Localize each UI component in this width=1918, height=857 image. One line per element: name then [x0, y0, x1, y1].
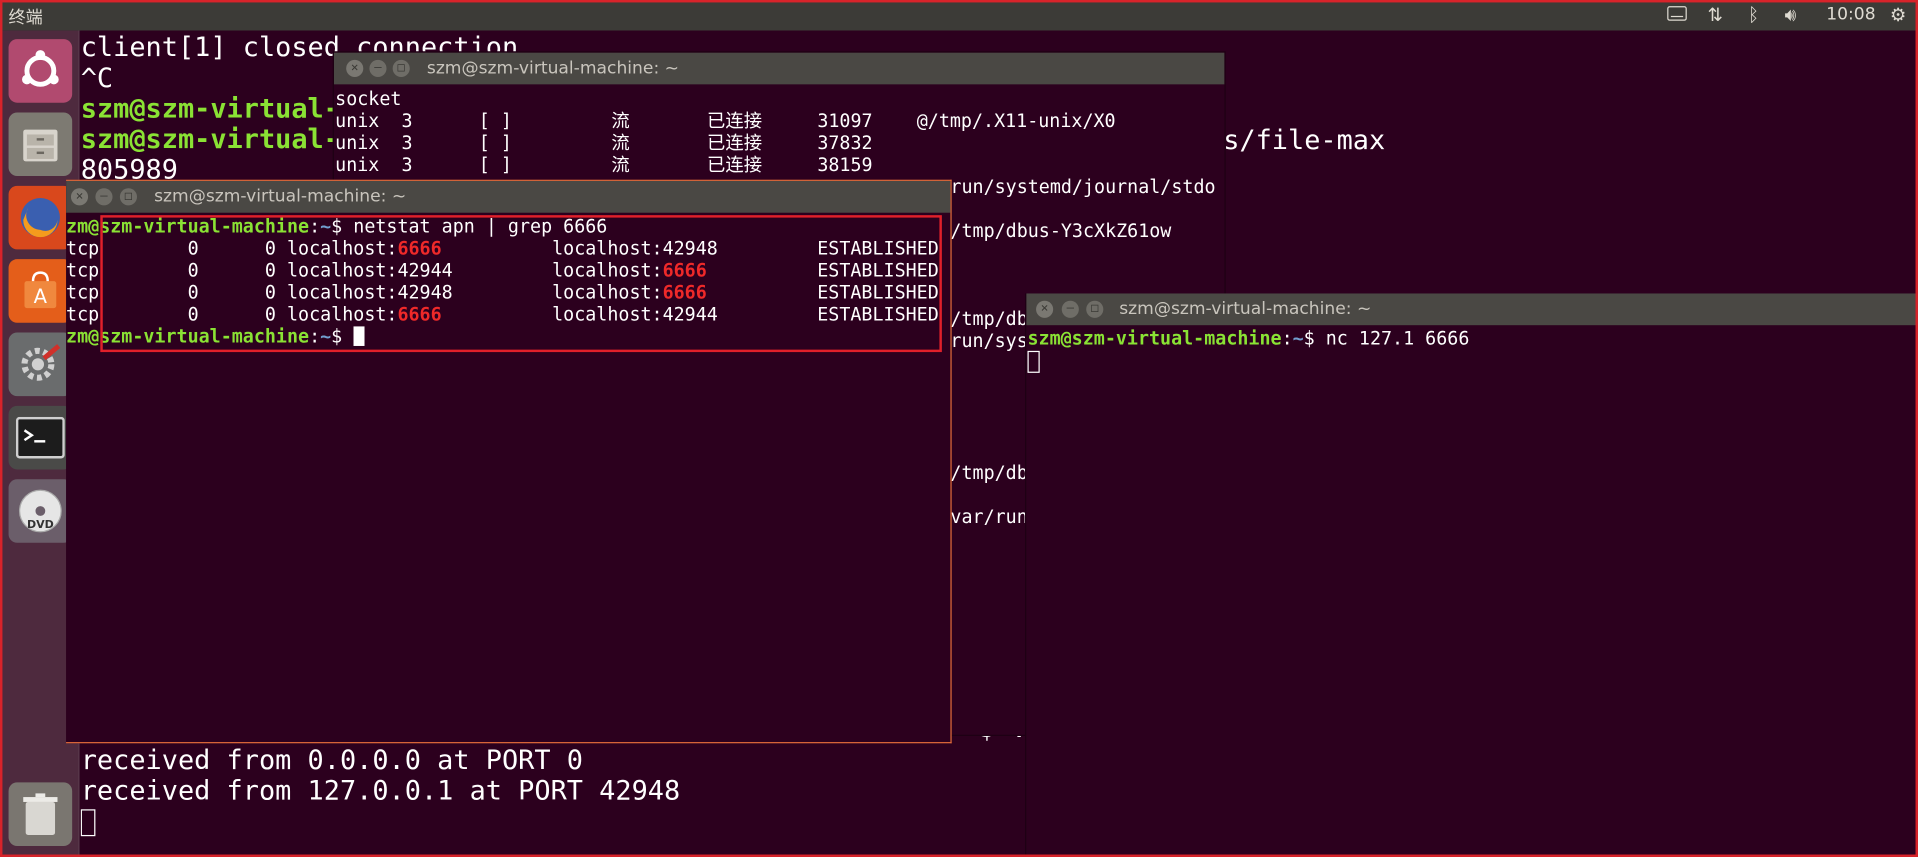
clock[interactable]: 10:08 — [1826, 5, 1875, 25]
firefox-icon — [9, 186, 73, 250]
trash-icon — [9, 782, 73, 846]
maximize-icon[interactable]: □ — [119, 188, 137, 206]
terminal-line: received from 127.0.0.1 at PORT 42948 — [80, 776, 681, 807]
table-row: unix 3 [ ] 流 已连接 37832 — [335, 132, 873, 155]
ubuntu-dash-button[interactable] — [8, 39, 73, 103]
terminal-cursor — [1027, 350, 1040, 373]
top-panel: 终端 ⇅ ᛒ 🔊︎ 10:08 ⚙ — [0, 0, 1918, 31]
terminal-fragment: /tmp/db — [950, 462, 1028, 485]
table-row: unix 3 [ ] 流 已连接 38159 — [335, 154, 873, 177]
terminal-icon — [9, 406, 73, 470]
minimize-icon[interactable]: – — [95, 188, 113, 206]
software-center-button[interactable]: A — [8, 259, 73, 323]
terminal-fragment: run/systemd/journal/stdo — [950, 176, 1216, 199]
netstat-terminal-window[interactable]: ✕ – □ szm@szm-virtual-machine: ~ zm@szm-… — [66, 179, 952, 744]
file-cabinet-icon — [9, 112, 73, 176]
shopping-bag-icon: A — [9, 259, 73, 323]
minimize-icon[interactable]: – — [1061, 300, 1079, 318]
nc-terminal-window[interactable]: ✕ – □ szm@szm-virtual-machine: ~ szm@szm… — [1025, 293, 1918, 857]
prompt-line: szm@szm-virtual- — [80, 124, 340, 156]
terminal-line: socket — [335, 88, 402, 111]
window-title: szm@szm-virtual-machine: ~ — [426, 58, 680, 79]
close-icon[interactable]: ✕ — [70, 188, 89, 206]
window-titlebar[interactable]: ✕ – □ szm@szm-virtual-machine: ~ — [66, 180, 951, 213]
dvd-icon: DVD — [9, 479, 73, 543]
command-line: szm@szm-virtual-machine:~$ nc 127.1 6666 — [1027, 327, 1470, 350]
terminal-fragment: run/sys — [950, 330, 1028, 353]
network-icon[interactable]: ⇅ — [1708, 2, 1723, 26]
active-app-title: 终端 — [8, 8, 43, 29]
bluetooth-icon[interactable]: ᛒ — [1748, 2, 1759, 26]
window-titlebar[interactable]: ✕ – □ szm@szm-virtual-machine: ~ — [1026, 293, 1918, 326]
volume-icon[interactable]: 🔊︎ — [1785, 2, 1797, 26]
window-title: szm@szm-virtual-machine: ~ — [154, 187, 407, 207]
maximize-icon[interactable]: □ — [392, 59, 410, 78]
trash-button[interactable] — [8, 782, 73, 846]
desktop: 终端 ⇅ ᛒ 🔊︎ 10:08 ⚙ A DVD client[1] closed… — [0, 0, 1918, 857]
annotation-highlight-box — [100, 215, 942, 353]
maximize-icon[interactable]: □ — [1086, 300, 1104, 318]
dvd-label: DVD — [27, 518, 54, 531]
minimize-icon[interactable]: – — [369, 59, 387, 78]
close-icon[interactable]: ✕ — [1036, 300, 1054, 318]
terminal-cursor — [80, 807, 96, 838]
terminal-fragment: var/run — [950, 506, 1028, 529]
terminal-button[interactable] — [8, 405, 73, 470]
terminal-line: received from 0.0.0.0 at PORT 0 — [80, 745, 583, 777]
power-gear-icon[interactable]: ⚙ — [1890, 2, 1906, 26]
files-button[interactable] — [8, 112, 73, 177]
system-settings-button[interactable] — [8, 332, 73, 397]
window-titlebar[interactable]: ✕ – □ szm@szm-virtual-machine: ~ — [333, 52, 1225, 85]
terminal-fragment: /tmp/dbus-Y3cXkZ61ow — [950, 220, 1172, 243]
terminal-line: ^C — [80, 63, 114, 95]
gear-wrench-icon — [9, 333, 73, 397]
ubuntu-logo-icon — [9, 39, 73, 103]
window-title: szm@szm-virtual-machine: ~ — [1119, 299, 1372, 320]
prompt-line: szm@szm-virtual- — [80, 94, 340, 125]
firefox-button[interactable] — [8, 185, 73, 250]
dvd-button[interactable]: DVD — [8, 479, 73, 543]
terminal-fragment: s/file-max — [1223, 125, 1386, 157]
keyboard-icon[interactable] — [1667, 2, 1687, 26]
terminal-fragment: /tmp/db — [950, 308, 1028, 331]
svg-text:A: A — [34, 285, 48, 308]
table-row: unix 3 [ ] 流 已连接 31097 @/tmp/.X11-unix/X… — [335, 110, 1116, 133]
close-icon[interactable]: ✕ — [346, 59, 364, 78]
